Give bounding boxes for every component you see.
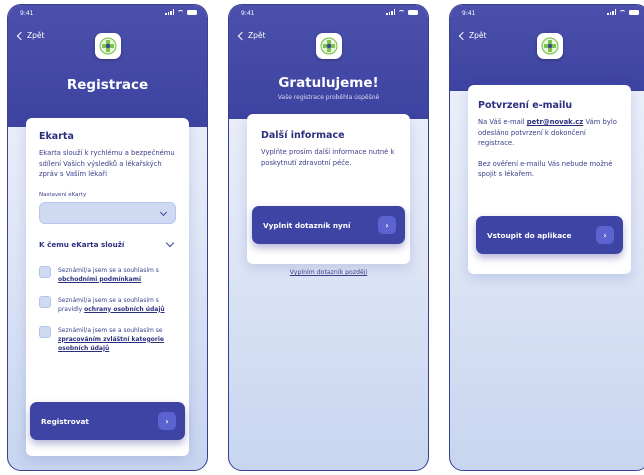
card-title: Potvrzení e-mailu [478,100,573,111]
screen-registration: 9:41 Zpět Registrace Ekarta Ekarta slouž… [7,4,208,471]
status-bar: 9:41 [8,5,207,23]
wifi-icon [398,9,405,15]
checkbox-special-data[interactable] [39,325,51,338]
email-link[interactable]: petr@novak.cz [527,118,584,126]
consent-row-terms: Seznámil/a jsem se a souhlasím s obchodn… [39,265,176,284]
ekarta-info-toggle[interactable]: K čemu eKarta slouží [39,238,176,250]
consent-text: Seznámil/a jsem se a souhlasím s [58,266,159,274]
section-label: K čemu eKarta slouží [39,240,125,249]
page-subtitle: Vaše registrace proběhla úspěšně [277,94,380,101]
ekarta-settings-select[interactable] [39,201,176,224]
chevron-down-icon [165,238,175,247]
card-text: Vyplňte prosím další informace nutné k p… [261,148,395,167]
status-time: 9:41 [20,10,34,17]
checkbox-terms[interactable] [39,265,51,278]
status-bar: 9:41 [229,5,428,23]
consent-row-special-data: Seznámil/a jsem se a souhlasím se zpraco… [39,325,176,353]
back-chevron-icon [458,31,468,40]
register-button[interactable]: Registrovat › [30,402,185,440]
wifi-icon [619,9,626,15]
special-data-link[interactable]: zpracováním zvláštní kategorie osobních … [58,336,164,352]
card-text: Ekarta slouží k rychlému a bezpečnému sd… [39,149,175,178]
chevron-down-icon [159,208,168,216]
status-time: 9:41 [462,10,476,17]
screen-congratulations: 9:41 Zpět Gratulujeme! Vaše registrace p… [228,4,429,471]
page-title: Gratulujeme! [278,75,379,91]
arrow-right-icon: › [158,412,176,430]
signal-icon [607,9,616,15]
register-button-label: Registrovat [41,416,89,426]
page-title: Registrace [66,77,149,93]
back-chevron-icon [16,31,26,40]
app-logo-icon [315,33,342,59]
card-title: Další informace [261,130,345,141]
card-text: Na Váš e-mail petr@novak.cz Vám bylo ode… [478,118,617,147]
battery-icon [408,9,418,15]
battery-icon [629,9,639,15]
consent-row-privacy: Seznámil/a jsem se a souhlasím s pravidl… [39,295,176,314]
card-title: Ekarta [39,131,74,142]
back-button[interactable]: Zpět [16,31,45,40]
app-logo-icon [536,33,563,59]
back-label: Zpět [27,31,45,40]
screen-email-confirmation: 9:41 Zpět Potvrzení e-mailu Na Váš e-mai… [449,4,644,471]
app-logo-icon [94,33,121,59]
enter-app-label: Vstoupit do aplikace [487,230,572,240]
back-label: Zpět [469,31,487,40]
fill-later-link[interactable]: Vyplním dotazník později [229,269,428,276]
back-chevron-icon [237,31,247,40]
back-button[interactable]: Zpět [237,31,266,40]
status-bar: 9:41 [450,5,644,23]
field-label: Nastavení eKarty [39,191,87,198]
terms-link[interactable]: obchodními podmínkami [58,276,141,283]
fill-questionnaire-label: Vyplnit dotazník nyní [263,220,351,230]
battery-icon [187,9,197,15]
arrow-right-icon: › [596,226,614,244]
arrow-right-icon: › [378,216,396,234]
back-label: Zpět [248,31,266,40]
header [8,5,207,127]
signal-icon [386,9,395,15]
checkbox-privacy[interactable] [39,295,51,308]
enter-app-button[interactable]: Vstoupit do aplikace › [476,216,623,254]
card-text-2: Bez ověření e-mailu Vás nebude možné spo… [478,159,613,179]
back-button[interactable]: Zpět [458,31,487,40]
fill-questionnaire-button[interactable]: Vyplnit dotazník nyní › [252,206,405,244]
privacy-link[interactable]: ochrany osobních údajů [84,306,165,313]
status-time: 9:41 [241,10,255,17]
consent-text: Seznámil/a jsem se a souhlasím se [58,326,163,334]
signal-icon [165,9,174,15]
wifi-icon [177,9,184,15]
